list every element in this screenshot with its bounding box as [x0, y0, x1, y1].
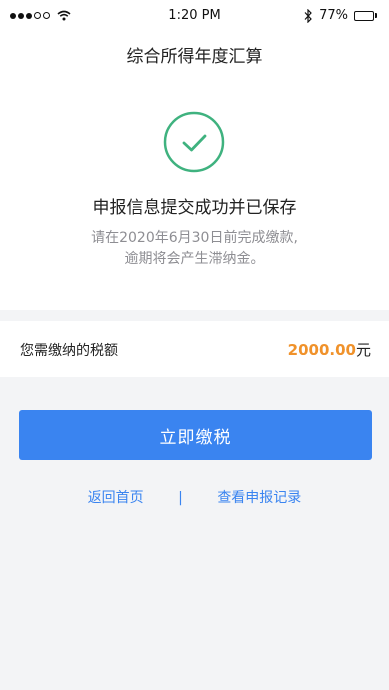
notice-line-2: 逾期将会产生滞纳金。 [124, 251, 265, 267]
battery-icon [354, 10, 377, 21]
view-records-link[interactable]: 查看申报记录 [217, 490, 301, 506]
pay-now-button[interactable]: 立即缴税 [19, 410, 372, 460]
notice-line-1: 请在2020年6月30日前完成缴款, [91, 230, 298, 246]
result-panel: 综合所得年度汇算 申报信息提交成功并已保存 请在2020年6月30日前完成缴款,… [0, 32, 389, 310]
tax-amount-unit: 元 [355, 341, 371, 359]
link-separator: | [178, 490, 183, 506]
success-message: 申报信息提交成功并已保存 [92, 198, 297, 218]
footer-links: 返回首页 | 查看申报记录 [0, 487, 389, 507]
return-home-link[interactable]: 返回首页 [88, 490, 144, 506]
bluetooth-icon [304, 8, 312, 23]
page-title: 综合所得年度汇算 [126, 47, 263, 67]
payment-deadline-notice: 请在2020年6月30日前完成缴款, 逾期将会产生滞纳金。 [0, 228, 389, 270]
tax-due-row: 您需缴纳的税额 2000.00元 [0, 321, 389, 377]
battery-percent: 77% [319, 8, 348, 23]
check-circle-icon [162, 110, 226, 174]
tax-due-label: 您需缴纳的税额 [20, 343, 118, 359]
tax-due-amount: 2000.00元 [288, 339, 371, 360]
status-bar: 1:20 PM 77% [0, 0, 389, 32]
tax-amount-value: 2000.00 [287, 341, 356, 359]
